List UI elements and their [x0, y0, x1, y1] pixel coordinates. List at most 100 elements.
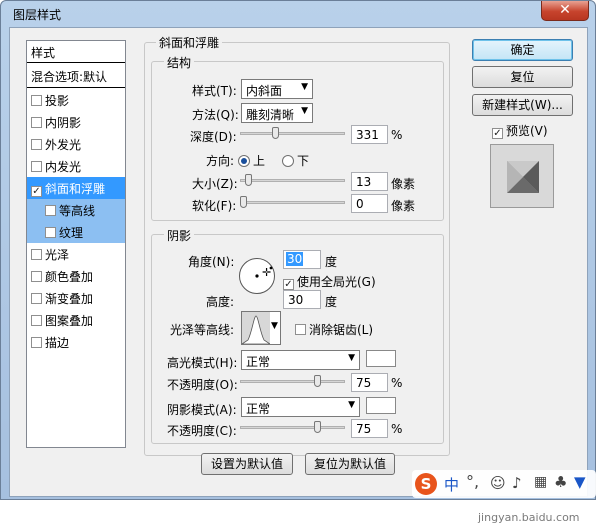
global-light-checkbox[interactable]: ✓: [283, 279, 294, 290]
style-list-item-label: 内发光: [45, 160, 82, 174]
watermark-url: jingyan.baidu.com: [478, 511, 580, 524]
style-checkbox[interactable]: [45, 227, 56, 238]
title-bar[interactable]: 图层样式 ✕: [1, 1, 596, 27]
direction-up-option[interactable]: 上: [238, 152, 265, 169]
close-button[interactable]: ✕: [541, 1, 589, 21]
style-list: 样式 混合选项:默认 投影 内阴影 外发光内发光 ✓ 斜面和浮雕 等高线纹理光泽颜色叠加渐…: [26, 40, 126, 448]
blend-options-item[interactable]: 混合选项:默认: [27, 64, 125, 88]
ime-language-label[interactable]: 中: [444, 474, 459, 495]
altitude-input[interactable]: 30: [283, 290, 321, 309]
size-slider-thumb[interactable]: [244, 174, 252, 186]
style-list-item-label: 颜色叠加: [45, 270, 94, 284]
style-checkbox[interactable]: ✓: [31, 186, 42, 197]
soften-unit: 像素: [391, 199, 416, 213]
direction-down-option[interactable]: 下: [282, 152, 309, 169]
style-list-item[interactable]: 光泽: [27, 243, 125, 265]
style-list-item[interactable]: 等高线: [27, 199, 125, 221]
keyboard-icon[interactable]: ▦: [534, 474, 547, 490]
direction-up-label: 上: [253, 154, 266, 168]
style-checkbox[interactable]: [31, 337, 42, 348]
style-select[interactable]: 内斜面 ▼: [241, 79, 313, 99]
chevron-down-icon: ▼: [271, 321, 278, 331]
style-list-item[interactable]: 内发光: [27, 155, 125, 177]
style-list-item[interactable]: 渐变叠加: [27, 287, 125, 309]
style-checkbox[interactable]: [31, 293, 42, 304]
style-checkbox[interactable]: [31, 249, 42, 260]
shirt-icon[interactable]: ▼: [574, 473, 586, 491]
depth-slider-thumb[interactable]: [272, 127, 280, 139]
preview-option[interactable]: ✓ 预览(V): [492, 122, 548, 139]
style-list-item[interactable]: 图案叠加: [27, 309, 125, 331]
altitude-unit: 度: [325, 295, 338, 309]
angle-input[interactable]: 30: [283, 250, 321, 269]
soften-slider-thumb[interactable]: [240, 196, 247, 208]
make-default-button[interactable]: 设置为默认值: [201, 453, 293, 475]
style-list-item[interactable]: 投影: [27, 89, 125, 111]
reset-button[interactable]: 复位: [472, 66, 573, 88]
preview-label: 预览(V): [506, 124, 548, 138]
highlight-opacity-slider-thumb[interactable]: [313, 375, 321, 387]
size-input[interactable]: 13: [351, 172, 388, 191]
highlight-mode-select[interactable]: 正常 ▼: [241, 350, 360, 370]
gloss-contour-picker[interactable]: ▼: [241, 311, 281, 345]
style-list-item-label: 纹理: [59, 226, 84, 240]
direction-up-radio[interactable]: [238, 155, 250, 167]
skin-icon[interactable]: ♣: [554, 473, 567, 491]
preview-checkbox[interactable]: ✓: [492, 128, 503, 139]
style-checkbox[interactable]: [31, 117, 42, 128]
style-list-item[interactable]: ✓ 斜面和浮雕: [27, 177, 125, 199]
punctuation-icon[interactable]: °,: [466, 472, 479, 491]
shadow-color-swatch[interactable]: [366, 397, 396, 414]
reset-default-button[interactable]: 复位为默认值: [305, 453, 395, 475]
style-checkbox[interactable]: [31, 315, 42, 326]
style-checkbox[interactable]: [31, 271, 42, 282]
depth-unit: %: [391, 128, 403, 142]
depth-input[interactable]: 331: [351, 125, 388, 144]
anti-aliased-checkbox[interactable]: [295, 324, 306, 335]
shadow-mode-select[interactable]: 正常 ▼: [241, 397, 360, 417]
voice-icon[interactable]: ♪: [512, 474, 522, 492]
style-list-item[interactable]: 纹理: [27, 221, 125, 243]
style-list-item-label: 渐变叠加: [45, 292, 94, 306]
chevron-down-icon: ▼: [348, 400, 355, 410]
style-list-item-label: 光泽: [45, 248, 70, 262]
direction-label: 方向:: [206, 154, 235, 168]
direction-down-radio[interactable]: [282, 155, 294, 167]
highlight-opacity-input[interactable]: 75: [351, 373, 388, 392]
style-list-item[interactable]: 外发光: [27, 133, 125, 155]
contour-preview-icon: [242, 312, 270, 344]
highlight-color-swatch[interactable]: [366, 350, 396, 367]
style-checkbox[interactable]: [31, 161, 42, 172]
chevron-down-icon: ▼: [301, 106, 308, 116]
style-list-item[interactable]: 内阴影: [27, 111, 125, 133]
style-checkbox[interactable]: [31, 139, 42, 150]
shadow-opacity-slider-track[interactable]: [240, 426, 345, 429]
shadow-opacity-input[interactable]: 75: [351, 419, 388, 438]
highlight-opacity-slider-track[interactable]: [240, 380, 345, 383]
soften-input[interactable]: 0: [351, 194, 388, 213]
highlight-opacity-unit: %: [391, 376, 403, 390]
style-checkbox[interactable]: [45, 205, 56, 216]
anti-aliased-option[interactable]: 消除锯齿(L): [295, 321, 373, 338]
size-slider-track[interactable]: [240, 179, 345, 182]
style-list-item[interactable]: 颜色叠加: [27, 265, 125, 287]
structure-title: 结构: [164, 54, 195, 71]
soften-slider-track[interactable]: [240, 201, 345, 204]
ok-button[interactable]: 确定: [472, 39, 573, 61]
style-list-header[interactable]: 样式: [27, 41, 125, 63]
global-light-label: 使用全局光(G): [297, 275, 376, 289]
sogou-logo-icon[interactable]: S: [415, 473, 437, 495]
technique-select[interactable]: 雕刻清晰 ▼: [241, 103, 313, 123]
style-list-item[interactable]: 描边: [27, 331, 125, 353]
shadow-opacity-slider-thumb[interactable]: [313, 421, 321, 433]
shadow-mode-value: 正常: [246, 402, 271, 416]
style-label: 样式(T):: [192, 84, 237, 98]
angle-unit: 度: [325, 255, 338, 269]
technique-select-value: 雕刻清晰: [246, 108, 295, 122]
emoji-icon[interactable]: ☺: [490, 474, 506, 492]
style-checkbox[interactable]: [31, 95, 42, 106]
new-style-button[interactable]: 新建样式(W)...: [472, 94, 573, 116]
global-light-option[interactable]: ✓ 使用全局光(G): [283, 273, 376, 290]
depth-slider-track[interactable]: [240, 132, 345, 135]
direction-down-label: 下: [297, 154, 310, 168]
